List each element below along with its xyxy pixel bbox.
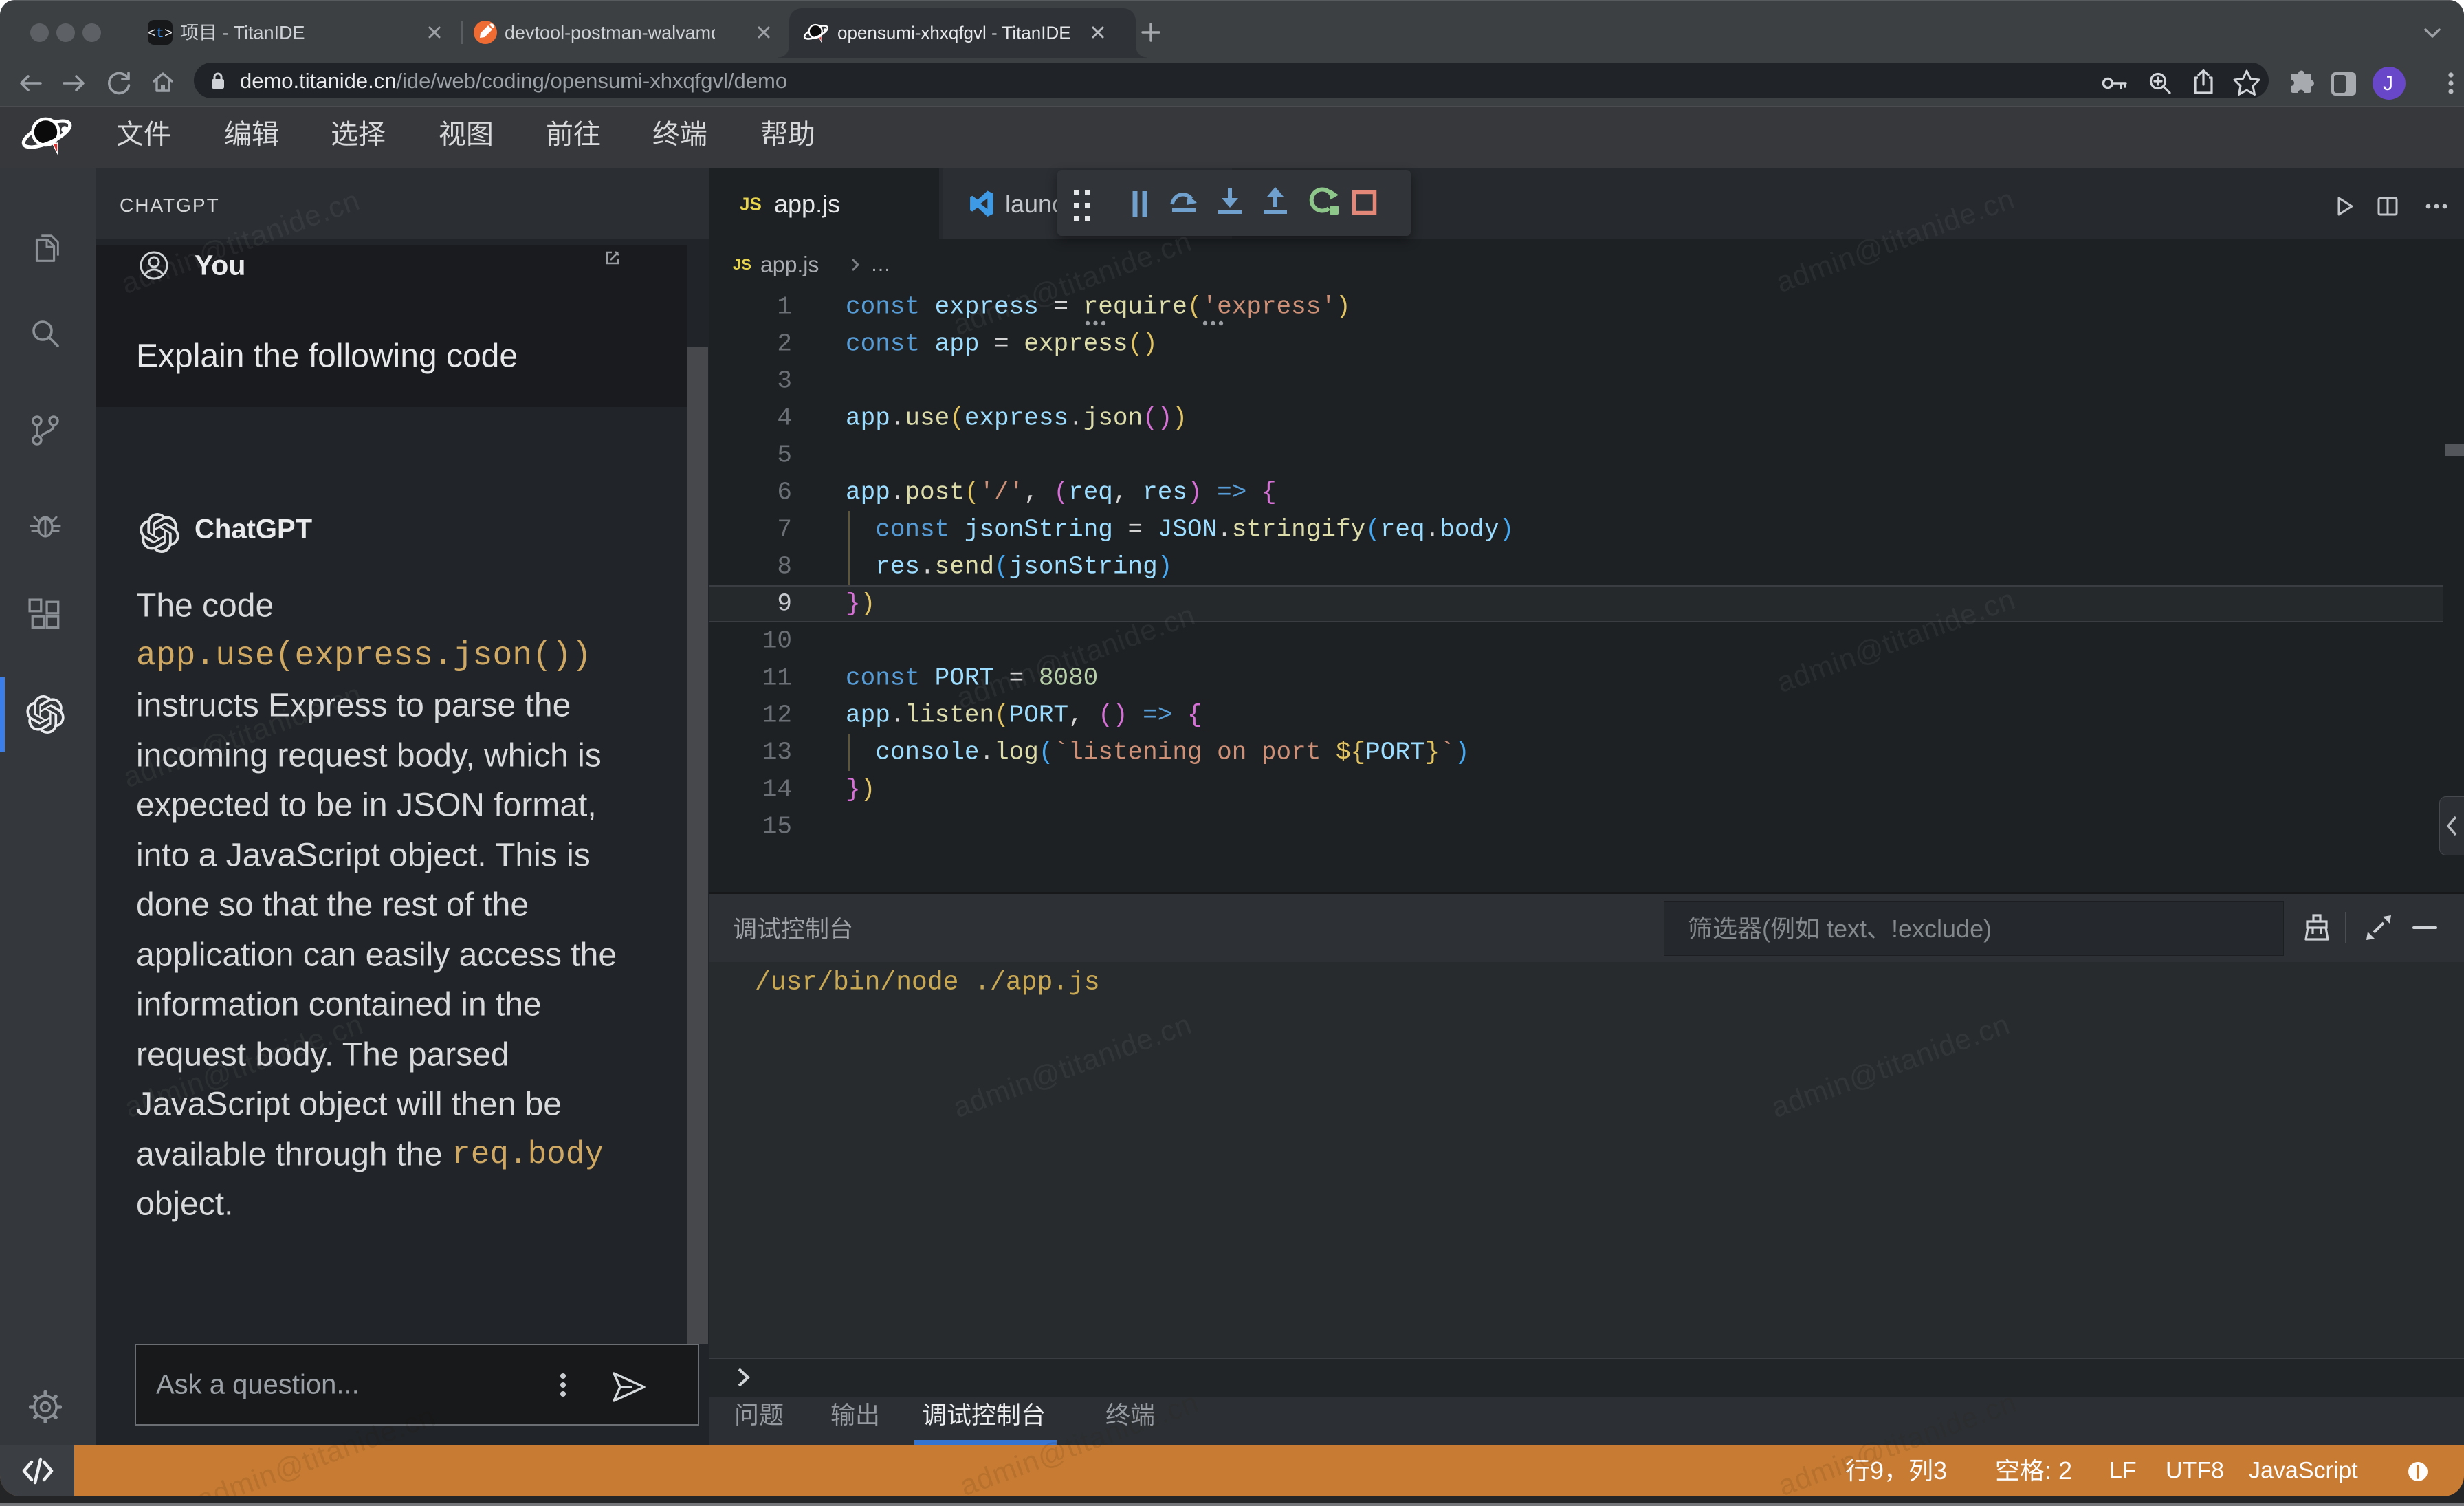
svg-text:: 2: : 2 — [2045, 1456, 2072, 1485]
svg-text:3: 3 — [1933, 1456, 1947, 1485]
svg-text:<t>: <t> — [148, 26, 173, 42]
svg-text:text: text — [1820, 915, 1867, 943]
svg-text:- TitanIDE: - TitanIDE — [217, 23, 305, 43]
svg-text:(: ( — [1762, 915, 1770, 943]
svg-text:!exclude): !exclude) — [1891, 915, 1992, 943]
